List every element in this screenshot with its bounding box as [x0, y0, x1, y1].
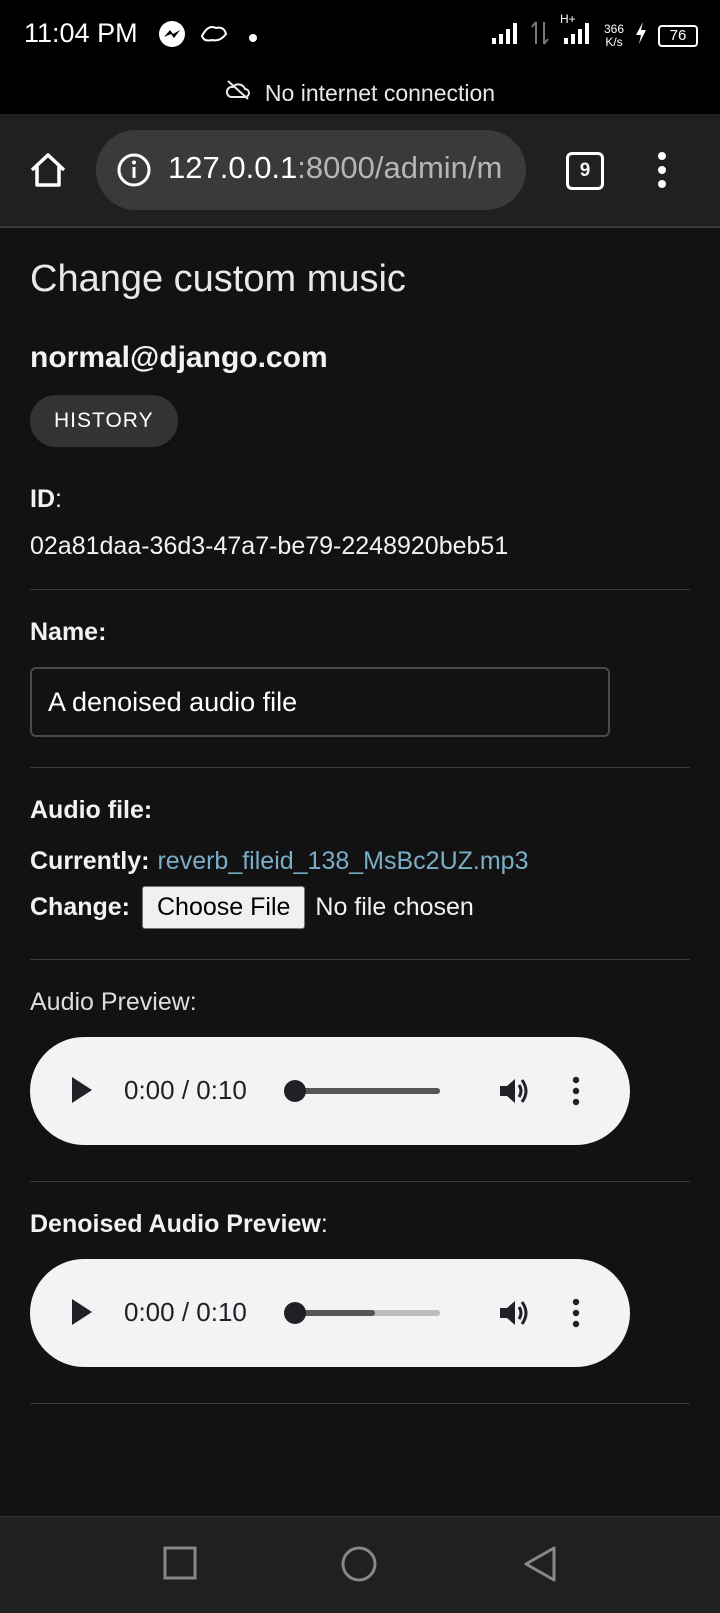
- home-icon[interactable]: [28, 150, 68, 190]
- status-time: 11:04 PM: [24, 18, 138, 48]
- url-text[interactable]: 127.0.0.1:8000/admin/m: [168, 150, 502, 186]
- buffered-fill: [296, 1310, 376, 1316]
- denoised-preview-label: Denoised Audio Preview:: [30, 1210, 690, 1239]
- data-icon: [530, 20, 550, 51]
- admin-content: Change custom music normal@django.com HI…: [30, 228, 690, 1404]
- currently-label: Currently:: [30, 847, 150, 875]
- battery-icon: 76: [658, 24, 698, 47]
- speed-unit: K/s: [605, 34, 623, 49]
- url-path: :8000/admin/m: [297, 150, 503, 185]
- id-value: 02a81daa-36d3-47a7-be79-2248920beb51: [30, 532, 509, 560]
- change-label: Change:: [30, 893, 130, 921]
- change-file-row: Change: Choose File No file chosen: [30, 886, 690, 929]
- history-button[interactable]: HISTORY: [30, 395, 178, 447]
- car-icon: [198, 20, 230, 53]
- seek-track[interactable]: [296, 1088, 440, 1094]
- volume-icon[interactable]: [496, 1295, 532, 1336]
- offline-text: No internet connection: [264, 79, 496, 106]
- cloud-off-icon: [225, 79, 251, 107]
- audio-preview-label: Audio Preview:: [30, 988, 197, 1016]
- signal-hplus-icon: H+: [560, 12, 594, 51]
- player-time: 0:00 / 0:10: [124, 1075, 247, 1105]
- charging-icon: [634, 21, 648, 50]
- recents-icon[interactable]: [162, 1545, 198, 1586]
- messenger-icon: [158, 20, 186, 53]
- url-bar[interactable]: 127.0.0.1:8000/admin/m: [96, 130, 526, 210]
- audio-file-field: Audio file: Currently: reverb_fileid_138…: [30, 768, 690, 960]
- audio-file-label: Audio file:: [30, 796, 153, 824]
- status-right: H+ 366 K/s 76: [490, 12, 698, 51]
- menu-icon[interactable]: [652, 150, 672, 190]
- audio-player[interactable]: 0:00 / 0:10: [30, 1037, 630, 1145]
- speed-value: 366: [603, 21, 624, 36]
- buffered-fill: [296, 1088, 440, 1094]
- page-title: Change custom music: [30, 258, 406, 300]
- name-field: Name: A denoised audio file: [30, 590, 690, 768]
- name-input[interactable]: A denoised audio file: [30, 667, 610, 737]
- denoised-preview-field: Denoised Audio Preview: 0:00 / 0:10: [30, 1182, 690, 1404]
- player-menu-icon[interactable]: [570, 1297, 582, 1334]
- denoised-label-text: Denoised Audio Preview: [30, 1210, 321, 1238]
- audio-preview-field: Audio Preview: 0:00 / 0:10: [30, 960, 690, 1182]
- id-field: ID: 02a81daa-36d3-47a7-be79-2248920beb51: [30, 485, 690, 590]
- info-icon[interactable]: [116, 152, 152, 193]
- current-file-row: Currently: reverb_fileid_138_MsBc2UZ.mp3: [30, 847, 690, 876]
- player-time: 0:00 / 0:10: [124, 1297, 247, 1327]
- play-icon[interactable]: [72, 1299, 92, 1325]
- seek-thumb[interactable]: [284, 1302, 306, 1324]
- offline-banner: No internet connection: [0, 72, 720, 114]
- name-label: Name:: [30, 618, 107, 646]
- denoised-audio-player[interactable]: 0:00 / 0:10: [30, 1259, 630, 1367]
- id-label-colon: :: [55, 485, 62, 513]
- android-nav-bar: [0, 1516, 720, 1613]
- network-type: H+: [559, 12, 576, 26]
- id-label-text: ID: [30, 485, 55, 513]
- home-nav-icon[interactable]: [340, 1545, 378, 1588]
- seek-thumb[interactable]: [284, 1080, 306, 1102]
- denoised-label-colon: :: [320, 1210, 328, 1238]
- play-icon[interactable]: [72, 1077, 92, 1103]
- network-speed: 366 K/s: [603, 21, 624, 49]
- tabs-icon[interactable]: 9: [566, 152, 604, 190]
- status-bar: 11:04 PM H+ 366 K/s 76: [0, 0, 720, 72]
- volume-icon[interactable]: [496, 1073, 532, 1114]
- current-file-link[interactable]: reverb_fileid_138_MsBc2UZ.mp3: [157, 847, 528, 876]
- browser-toolbar: 127.0.0.1:8000/admin/m 9: [0, 114, 720, 228]
- no-file-text: No file chosen: [315, 893, 474, 921]
- id-label: ID:: [30, 485, 690, 514]
- seek-track[interactable]: [296, 1310, 440, 1316]
- dot-icon: [248, 30, 258, 48]
- player-menu-icon[interactable]: [570, 1075, 582, 1112]
- back-icon[interactable]: [522, 1545, 558, 1588]
- signal-icon: [490, 20, 520, 51]
- object-title: normal@django.com: [30, 341, 328, 374]
- url-host: 127.0.0.1: [168, 150, 298, 185]
- choose-file-button[interactable]: Choose File: [142, 886, 306, 929]
